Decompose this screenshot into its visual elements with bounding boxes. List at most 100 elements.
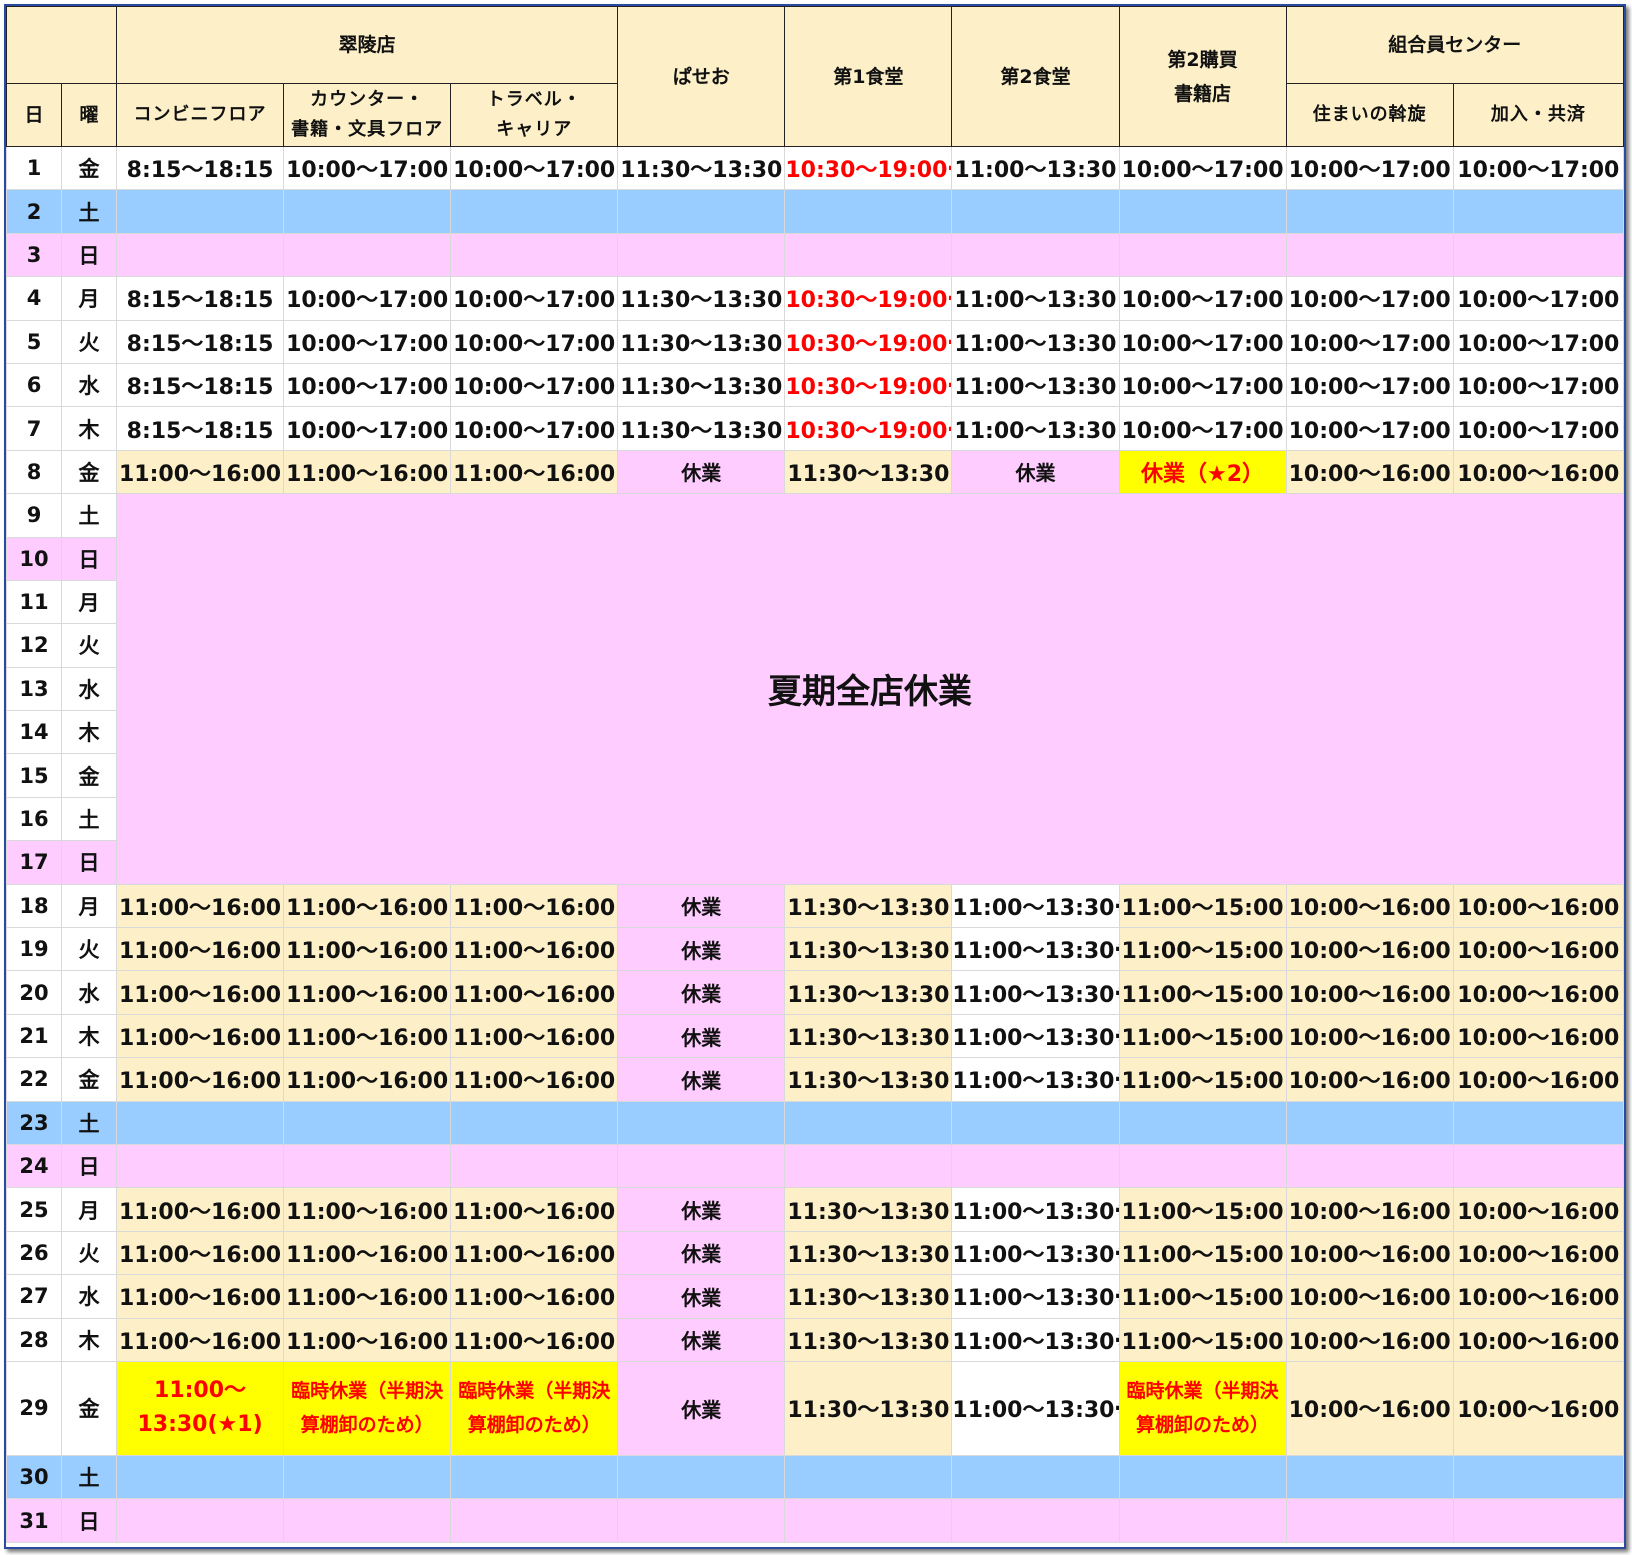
hours-cell: 10:00～16:00 — [1285, 1360, 1454, 1456]
hours-cell: 10:00～16:00 — [1285, 1013, 1454, 1059]
hours-cell: 11:30～13:30 — [617, 145, 786, 191]
hours-cell: 11:00～16:00 — [283, 970, 452, 1015]
sunday-empty-cell — [784, 1143, 953, 1189]
sunday-empty-cell — [283, 1498, 452, 1543]
table-row: 6 水 8:15～18:15 10:00～17:00 10:00～17:00 11:30～… — [6, 362, 1625, 408]
sunday-empty-cell — [784, 232, 953, 278]
day-cell: 3 — [6, 232, 62, 278]
sunday-empty-cell — [450, 232, 619, 278]
table-row: 29 金 11:00～ 13:30(★1) 臨時休業（半期決 算棚卸のため） 臨時休業（… — [6, 1360, 1625, 1456]
header-corner — [6, 6, 117, 84]
weekday-cell: 金 — [61, 1057, 117, 1102]
hours-cell: 10:00～17:00 — [450, 406, 619, 451]
day-cell: 12 — [6, 623, 62, 668]
weekday-cell: 日 — [61, 1143, 117, 1189]
weekday-cell: 日 — [61, 1498, 117, 1543]
saturday-empty-cell — [450, 1100, 619, 1145]
weekday-cell: 金 — [61, 449, 117, 495]
sunday-empty-cell — [951, 1143, 1120, 1189]
sunday-empty-cell — [1452, 232, 1625, 278]
hours-cell: 11:00～16:00 — [115, 1013, 285, 1059]
hours-cell: 11:00～15:00 — [1118, 1317, 1287, 1362]
hours-cell: 11:00～16:00 — [115, 1317, 285, 1362]
weekday-cell: 月 — [61, 276, 117, 321]
hours-cell: 11:00～16:00 — [450, 970, 619, 1015]
hours-cell: 10:00～16:00 — [1452, 927, 1625, 972]
day-cell: 25 — [6, 1187, 62, 1232]
weekday-cell: 火 — [61, 1230, 117, 1276]
saturday-empty-cell — [115, 1454, 285, 1500]
saturday-empty-cell — [1452, 1454, 1625, 1500]
weekday-cell: 月 — [61, 1187, 117, 1232]
hours-cell: 11:00～16:00 — [283, 927, 452, 972]
hours-cell: 11:00～16:00 — [450, 1187, 619, 1232]
hours-cell: 11:00～15:00 — [1118, 883, 1287, 929]
hours-cell: 11:00～13:30 — [951, 145, 1120, 191]
hours-cell: 11:00～16:00 — [115, 1057, 285, 1102]
weekday-cell: 金 — [61, 145, 117, 191]
hours-cell: 11:00～13:30※ — [951, 1187, 1120, 1232]
day-cell: 29 — [6, 1360, 62, 1456]
saturday-empty-cell — [1285, 189, 1454, 234]
hours-cell: 10:00～16:00 — [1452, 1230, 1625, 1276]
table-row: 26 火 11:00～16:00 11:00～16:00 11:00～16:00 休業 11… — [6, 1230, 1625, 1276]
day-cell: 5 — [6, 319, 62, 364]
table-row: 25 月 11:00～16:00 11:00～16:00 11:00～16:00 休業 11… — [6, 1187, 1625, 1232]
day-cell: 23 — [6, 1100, 62, 1145]
hours-cell: 11:00～15:00 — [1118, 1274, 1287, 1319]
table-row: 8 金 11:00～16:00 11:00～16:00 11:00～16:00 休業 11:… — [6, 449, 1625, 495]
header-travel-career: トラベル・ キャリア — [450, 83, 619, 147]
header-store-2-line1: 第2購買 — [1167, 48, 1238, 71]
saturday-empty-cell — [951, 1454, 1120, 1500]
hours-cell: 11:30～13:30 — [617, 362, 786, 408]
hours-cell: 10:00～17:00 — [1118, 406, 1287, 451]
sunday-empty-cell — [1285, 232, 1454, 278]
hours-cell: 休業 — [617, 449, 786, 495]
table-row: 19 火 11:00～16:00 11:00～16:00 11:00～16:00 休業 11… — [6, 927, 1625, 972]
hours-cell: 11:00～13:30※ — [951, 970, 1120, 1015]
day-cell: 7 — [6, 406, 62, 451]
day-cell: 10 — [6, 536, 62, 581]
hours-cell: 10:00～17:00 — [1285, 362, 1454, 408]
table-row: 22 金 11:00～16:00 11:00～16:00 11:00～16:00 休業 11… — [6, 1057, 1625, 1102]
hours-cell: 11:00～16:00 — [283, 1317, 452, 1362]
table-row: 5 火 8:15～18:15 10:00～17:00 10:00～17:00 11:30～… — [6, 319, 1625, 364]
hours-cell: 11:30～13:30 — [784, 1274, 953, 1319]
saturday-empty-cell — [1452, 189, 1625, 234]
hours-cell: 10:00～17:00 — [450, 276, 619, 321]
day-cell: 28 — [6, 1317, 62, 1362]
day-cell: 11 — [6, 579, 62, 625]
weekday-cell: 土 — [61, 1454, 117, 1500]
table-row: 20 水 11:00～16:00 11:00～16:00 11:00～16:00 休業 11… — [6, 970, 1625, 1015]
weekday-cell: 水 — [61, 362, 117, 408]
header-cafeteria-1: 第1食堂 — [784, 6, 953, 147]
hours-cell: 10:00～16:00 — [1285, 970, 1454, 1015]
hours-cell: 11:00～15:00 — [1118, 1057, 1287, 1102]
weekday-cell: 水 — [61, 970, 117, 1015]
day-cell: 1 — [6, 145, 62, 191]
weekday-cell: 金 — [61, 753, 117, 798]
saturday-empty-cell — [450, 189, 619, 234]
saturday-empty-cell — [951, 189, 1120, 234]
hours-cell: 休業 — [617, 927, 786, 972]
saturday-empty-cell — [617, 1454, 786, 1500]
table-row: 24 日 — [6, 1143, 1625, 1189]
header-store-2-line2: 書籍店 — [1174, 82, 1232, 105]
hours-cell: 休業 — [617, 1274, 786, 1319]
day-cell: 8 — [6, 449, 62, 495]
schedule-frame: 翠陵店 ぱせお 第1食堂 第2食堂 第2購買 書籍店 組合員センター 日 曜 コ… — [4, 4, 1626, 1549]
hours-cell: 11:30～13:30 — [784, 1013, 953, 1059]
weekday-cell: 火 — [61, 319, 117, 364]
hours-cell: 10:00～16:00 — [1452, 1013, 1625, 1059]
hours-cell: 10:30～19:00※ — [784, 276, 953, 321]
table-row: 28 木 11:00～16:00 11:00～16:00 11:00～16:00 休業 11… — [6, 1317, 1625, 1362]
day-cell: 16 — [6, 796, 62, 842]
sunday-empty-cell — [617, 1498, 786, 1543]
hours-cell: 10:00～16:00 — [1452, 883, 1625, 929]
hours-cell: 休業 — [617, 1230, 786, 1276]
header-travel-line1: トラベル・ — [486, 89, 582, 110]
hours-cell: 11:00～16:00 — [450, 1230, 619, 1276]
day-cell: 6 — [6, 362, 62, 408]
hours-cell: 11:00～15:00 — [1118, 1230, 1287, 1276]
table-row: 23 土 — [6, 1100, 1625, 1145]
